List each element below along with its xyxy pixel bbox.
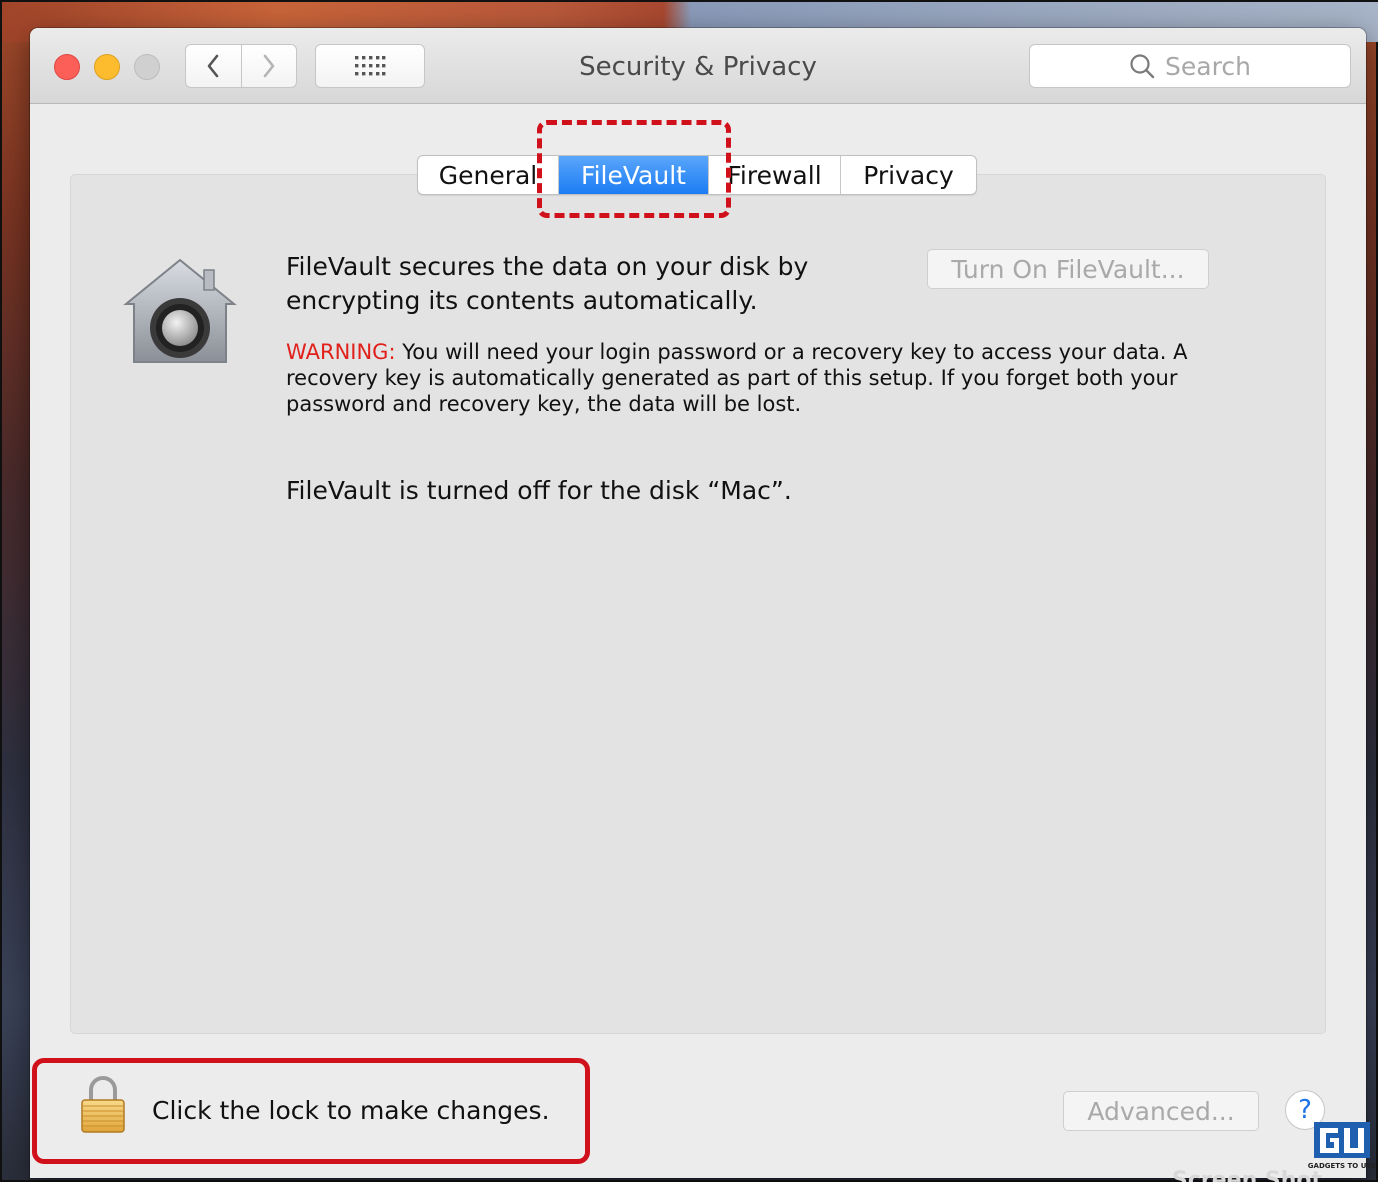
search-field[interactable]: Search [1029, 44, 1351, 88]
show-all-grid-icon [355, 56, 386, 76]
warning-line-2: recovery key is automatically generated … [286, 366, 1178, 390]
filevault-tab-highlight [537, 120, 731, 218]
screen-shot-label: Screen Shot [1172, 1168, 1323, 1182]
nav-back-forward-group [185, 44, 297, 88]
warning-label: WARNING: [286, 340, 396, 364]
advanced-button[interactable]: Advanced... [1063, 1091, 1259, 1131]
warning-text: WARNING: You will need your login passwo… [286, 339, 1216, 417]
search-placeholder: Search [1165, 51, 1251, 81]
filevault-house-icon [123, 258, 237, 363]
chevron-left-icon [208, 54, 219, 78]
search-icon [1130, 54, 1155, 79]
turn-on-filevault-button[interactable]: Turn On FileVault... [927, 249, 1209, 289]
warning-line-3: password and recovery key, the data will… [286, 392, 802, 416]
close-window-button[interactable] [54, 54, 80, 80]
chevron-right-icon [263, 54, 275, 78]
filevault-status: FileVault is turned off for the disk “Ma… [286, 476, 792, 505]
back-button[interactable] [186, 45, 241, 87]
gadgets-to-use-logo: GADGETS TO USE [1308, 1122, 1376, 1170]
titlebar: Security & Privacy Search [30, 28, 1366, 104]
warning-line-1: You will need your login password or a r… [395, 340, 1188, 364]
minimize-window-button[interactable] [94, 54, 120, 80]
filevault-description: FileVault secures the data on your disk … [286, 250, 808, 318]
description-line-2: encrypting its contents automatically. [286, 286, 758, 315]
zoom-window-button[interactable] [134, 54, 160, 80]
show-all-button[interactable] [315, 44, 425, 88]
description-line-1: FileVault secures the data on your disk … [286, 252, 809, 281]
tab-privacy[interactable]: Privacy [840, 156, 976, 194]
window-title: Security & Privacy [579, 52, 817, 82]
forward-button[interactable] [240, 45, 296, 87]
lock-area-highlight [32, 1058, 590, 1164]
